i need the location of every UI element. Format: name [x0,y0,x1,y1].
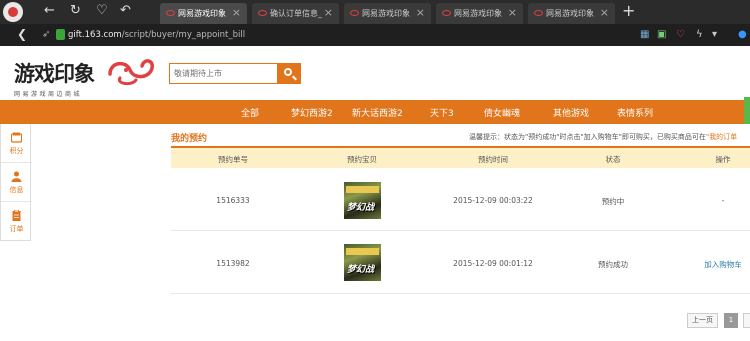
logo-title: 游戏印象 [14,61,95,86]
user-icon [11,171,22,182]
logo-subtitle: 网易游戏周边商城 [14,91,83,98]
sidebar-item-label: 信息 [9,186,24,194]
back-arrow-icon[interactable]: ← [44,3,55,19]
side-tab-strip[interactable] [744,97,750,124]
close-icon[interactable]: × [600,6,609,19]
column-header: 状态 [605,155,621,164]
table-row: 1516333 梦幻战 2015-12-09 00:03:22 预约中 - [171,168,750,231]
status-text: 预约成功 [598,260,628,269]
nav-item-other[interactable]: 其他游戏 [553,106,589,119]
search-field[interactable] [169,63,278,84]
close-icon[interactable]: × [324,6,333,19]
search-button[interactable] [278,63,301,84]
sidebar-item-label: 积分 [9,147,24,155]
site-favicon-icon [258,10,267,16]
sidebar: 积分 信息 订单 [0,124,32,241]
close-icon[interactable]: × [508,6,517,19]
nav-item-tianxia[interactable]: 天下3 [430,106,454,119]
heart-icon[interactable]: ♡ [676,29,685,40]
browser-tab[interactable]: 网易游戏印象 × [160,3,247,24]
heart-icon[interactable]: ♡ [96,3,108,19]
browser-tab[interactable]: 网易游戏印象 × [436,3,523,24]
chevron-down-icon[interactable]: ▾ [712,29,717,40]
column-header: 预约时间 [478,155,508,164]
rocket-icon: ➶ [42,29,51,40]
undo-icon[interactable]: ↶ [120,3,131,19]
nav-item-qiannv[interactable]: 倩女幽魂 [484,106,520,119]
reservation-id: 1516333 [216,196,250,205]
browser-tab[interactable]: 确认订单信息_网 × [252,3,339,24]
logo-swirl-icon [108,59,154,86]
nav-item-all[interactable]: 全部 [241,106,259,119]
product-thumbnail[interactable]: 梦幻战 [344,182,381,219]
tab-label: 确认订单信息_网 [270,9,322,18]
prev-page-button[interactable]: 上一页 [687,313,718,328]
grid-icon[interactable]: ▦ [640,29,649,40]
tip-prefix: 温馨提示：状态为"预约成功"时点击"加入购物车"即可购买，已购买商品可在 [469,133,706,141]
site-favicon-icon [442,10,451,16]
tip-text: 温馨提示：状态为"预约成功"时点击"加入购物车"即可购买，已购买商品可在"我的订… [469,132,737,142]
status-text: 预约中 [601,197,625,206]
thumbnail-banner [346,186,379,193]
points-icon [11,132,22,143]
lock-icon[interactable]: ▣ [657,29,666,40]
nav-item-dahua[interactable]: 新大话西游2 [352,106,403,119]
page-title: 我的预约 [171,134,208,144]
site-favicon-icon [166,10,175,16]
reload-icon[interactable]: ↻ [70,3,81,19]
extension-icon[interactable]: ● [738,29,747,40]
column-header: 预约单号 [218,155,248,164]
main-nav: 全部 梦幻西游2 新大话西游2 天下3 倩女幽魂 其他游戏 表情系列 [0,100,750,124]
add-to-cart-link[interactable]: 加入购物车 [704,259,742,270]
tab-label: 网易游戏印象 [546,9,594,18]
close-icon[interactable]: × [232,6,241,19]
my-orders-link[interactable]: "我的订单 [706,133,737,141]
tab-label: 网易游戏印象 [454,9,502,18]
page-number-button[interactable]: 1 [724,313,738,328]
product-thumbnail[interactable]: 梦幻战 [344,244,381,281]
browser-tab-bar: ← ↻ ♡ ↶ 网易游戏印象 × 确认订单信息_网 × 网易游戏印象 × 网易游… [0,0,750,24]
new-tab-button[interactable]: + [622,1,635,20]
address-bar[interactable]: ❮ ➶ gift.163.com/script/buyer/my_appoint… [0,24,750,46]
table-row: 1513982 梦幻战 2015-12-09 00:01:12 预约成功 加入购… [171,231,750,294]
thumbnail-art-text: 梦幻战 [347,265,375,275]
sidebar-item-label: 订单 [9,225,24,233]
url-host: gift.163.com [68,30,122,40]
column-header: 操作 [715,155,731,164]
site-favicon-icon [350,10,359,16]
close-icon[interactable]: × [416,6,425,19]
next-page-button[interactable] [743,313,750,328]
browser-tab[interactable]: 网易游戏印象 × [344,3,431,24]
browser-tab[interactable]: 网易游戏印象 × [528,3,615,24]
back-icon[interactable]: ❮ [17,27,27,41]
reservation-time: 2015-12-09 00:01:12 [453,259,533,268]
action-text: - [721,196,725,205]
thumbnail-art-text: 梦幻战 [347,203,375,213]
sidebar-item-points[interactable]: 积分 [1,124,32,163]
url-text[interactable]: gift.163.com/script/buyer/my_appoint_bil… [68,30,245,40]
search-input[interactable] [170,64,277,83]
sidebar-item-info[interactable]: 信息 [1,163,32,202]
site-logo[interactable]: 游戏印象 网易游戏周边商城 [14,58,95,98]
table-header: 预约单号 预约宝贝 预约时间 状态 操作 [171,148,750,168]
lightning-icon[interactable]: ϟ [696,29,703,40]
thumbnail-banner [346,248,379,255]
sidebar-item-orders[interactable]: 订单 [1,202,32,241]
search-icon [284,68,292,76]
nav-item-emoji[interactable]: 表情系列 [617,106,653,119]
site-favicon-icon [534,10,543,16]
url-path: /script/buyer/my_appoint_bill [121,30,246,40]
column-header: 预约宝贝 [347,155,377,164]
browser-logo-icon[interactable] [3,2,23,22]
secure-lock-icon [56,29,65,40]
nav-item-menghuan[interactable]: 梦幻西游2 [291,106,333,119]
tab-label: 网易游戏印象 [178,9,226,18]
order-icon [12,210,21,221]
reservation-time: 2015-12-09 00:03:22 [453,196,533,205]
tab-label: 网易游戏印象 [362,9,410,18]
reservation-id: 1513982 [216,259,250,268]
